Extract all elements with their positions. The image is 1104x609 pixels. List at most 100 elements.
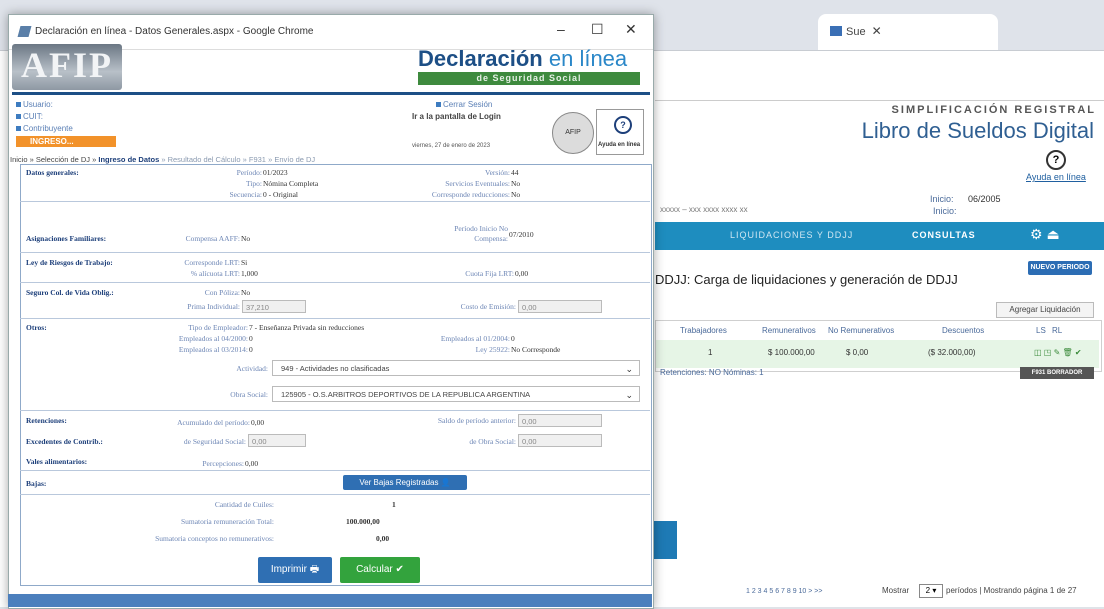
section-retenciones: Retenciones: xyxy=(26,416,67,425)
retenciones-line[interactable]: Retenciones: NO Nóminas: 1 xyxy=(660,368,764,377)
divider xyxy=(20,318,650,319)
row-actions-icon[interactable]: ◫ ◳ ✎ 🗑 ✔ xyxy=(1034,348,1082,357)
empleados-032014-label: Empleados al 03/2014: xyxy=(178,345,248,354)
nav-liquidaciones[interactable]: LIQUIDACIONES Y DDJJ xyxy=(730,230,853,240)
tab-close-icon[interactable]: ✕ xyxy=(872,24,882,38)
page-title: DDJJ: Carga de liquidaciones y generació… xyxy=(655,272,958,287)
con-poliza-value: No xyxy=(241,288,251,297)
ir-login-link[interactable]: Ir a la pantalla de Login xyxy=(412,112,501,121)
cuota-fija-label: Cuota Fija LRT: xyxy=(465,269,514,278)
ley-25922-value: No Corresponde xyxy=(511,345,561,354)
version-value: 44 xyxy=(511,168,519,177)
nav-settings-exit-icon[interactable]: ⚙ ⏏ xyxy=(1030,226,1060,243)
user-link-cuit[interactable]: CUIT: xyxy=(16,112,43,121)
brand-subtitle: de Seguridad Social xyxy=(418,72,640,85)
corresponde-reducciones-label: Corresponde reducciones: xyxy=(431,190,510,199)
imprimir-label: Imprimir xyxy=(270,564,307,575)
empleados-012004-value: 0 xyxy=(511,334,515,343)
bullet-icon xyxy=(16,102,21,107)
check-icon: ✔ xyxy=(395,564,404,575)
imprimir-button[interactable]: Imprimir 🖶 xyxy=(258,557,332,583)
breadcrumb[interactable]: Inicio » Selección de DJ » Ingreso de Da… xyxy=(10,155,650,164)
section-datos-generales: Datos generales: xyxy=(26,168,79,177)
printer-icon: 🖶 xyxy=(309,564,320,575)
side-tab[interactable] xyxy=(650,521,677,559)
con-poliza-label: Con Póliza: xyxy=(204,288,240,297)
popup-footer-bar xyxy=(8,594,652,607)
cantidad-cuiles-label: Cantidad de Cuiles: xyxy=(214,500,274,509)
section-excedentes: Excedentes de Contrib.: xyxy=(26,437,103,446)
alicuota-label: % alícuota LRT: xyxy=(190,269,240,278)
seguridad-social-input[interactable]: 0,00 xyxy=(248,434,306,447)
user-link-contribuyente[interactable]: Contribuyente xyxy=(16,124,73,133)
minimize-icon[interactable]: – xyxy=(557,21,565,37)
table-row[interactable] xyxy=(656,340,1099,368)
afip-logo: AFIP xyxy=(12,44,122,90)
empleados-012004-label: Empleados al 01/2004: xyxy=(440,334,510,343)
no-remunerativos-label: Sumatoria conceptos no remunerativos: xyxy=(155,534,274,543)
obra-social-select[interactable]: 125905 - O.S.ARBITROS DEPORTIVOS DE LA R… xyxy=(272,386,640,402)
maximize-icon[interactable]: ☐ xyxy=(591,21,604,38)
breadcrumb-prefix[interactable]: Inicio » Selección de DJ » xyxy=(10,155,98,164)
bullet-icon xyxy=(436,102,441,107)
tab-title: Sue xyxy=(846,26,866,38)
pagination[interactable]: 1 2 3 4 5 6 7 8 9 10 > >> xyxy=(746,588,822,595)
nav-consultas[interactable]: CONSULTAS xyxy=(912,230,976,240)
question-icon: ? xyxy=(614,116,632,134)
browser-tab[interactable]: Sue ✕ xyxy=(818,14,998,50)
table-header: No Remunerativos xyxy=(828,326,895,335)
table-cell: $ 0,00 xyxy=(846,348,869,357)
divider xyxy=(20,410,650,411)
saldo-anterior-input[interactable]: 0,00 xyxy=(518,414,602,427)
help-link[interactable]: Ayuda en línea xyxy=(1026,172,1086,182)
table-header: Remunerativos xyxy=(762,326,816,335)
obra-social-excedente-input[interactable]: 0,00 xyxy=(518,434,602,447)
table-header: Descuentos xyxy=(942,326,985,335)
obra-social-selected: 125905 - O.S.ARBITROS DEPORTIVOS DE LA R… xyxy=(281,390,531,399)
calcular-button[interactable]: Calcular ✔ xyxy=(340,557,420,583)
actividad-select[interactable]: 949 - Actividades no clasificadas ⌄ xyxy=(272,360,640,376)
tipo-value: Nómina Completa xyxy=(263,179,319,188)
divider xyxy=(20,494,650,495)
percepciones-value: 0,00 xyxy=(245,459,259,468)
ver-bajas-button[interactable]: Ver Bajas Registradas 👤 xyxy=(343,475,467,490)
prima-input[interactable]: 37,210 xyxy=(242,300,306,313)
costo-emision-input[interactable]: 0,00 xyxy=(518,300,602,313)
cerrar-sesion-label: Cerrar Sesión xyxy=(443,100,493,109)
prima-label: Prima Individual: xyxy=(187,302,240,311)
agregar-liquidacion-button[interactable]: Agregar Liquidación xyxy=(996,302,1094,318)
remuneracion-total-label: Sumatoria remuneración Total: xyxy=(180,517,274,526)
servicios-value: No xyxy=(511,179,521,188)
section-bajas: Bajas: xyxy=(26,479,47,488)
brand-title: Declaración en línea xyxy=(418,46,627,72)
table-cell: $ 100.000,00 xyxy=(768,348,815,357)
cerrar-sesion-link[interactable]: Cerrar Sesión xyxy=(436,100,492,109)
section-riesgos: Ley de Riesgos de Trabajo: xyxy=(26,258,113,267)
cuota-fija-value: 0,00 xyxy=(515,269,529,278)
tipo-empleador-label: Tipo de Empleador: xyxy=(188,323,248,332)
secuencia-value: 0 - Original xyxy=(263,190,298,199)
compensa-value: No xyxy=(241,234,251,243)
corresponde-reducciones-value: No xyxy=(511,190,521,199)
corresponde-lrt-value: Si xyxy=(241,258,248,267)
table-header: Trabajadores xyxy=(680,326,727,335)
help-icon[interactable]: ? xyxy=(1046,150,1066,170)
f931-borrador-button[interactable]: F931 BORRADOR xyxy=(1020,367,1094,379)
divider xyxy=(20,470,650,471)
user-link-usuario[interactable]: Usuario: xyxy=(16,100,53,109)
inicio-label-2: Inicio: xyxy=(933,206,957,216)
ver-bajas-label: Ver Bajas Registradas xyxy=(359,478,439,487)
servicios-label: Servicios Eventuales: xyxy=(445,179,510,188)
saldo-anterior-label: Saldo de período anterior: xyxy=(437,416,516,425)
corresponde-lrt-label: Corresponde LRT: xyxy=(184,258,240,267)
usuario-label: Usuario: xyxy=(23,100,53,109)
chevron-down-icon: ⌄ xyxy=(625,364,633,374)
section-vales: Vales alimentarios: xyxy=(26,457,88,466)
close-icon[interactable]: ✕ xyxy=(625,21,637,38)
inicio-value: 06/2005 xyxy=(968,194,1001,204)
nuevo-periodo-button[interactable]: NUEVO PERIODO xyxy=(1028,261,1092,275)
remuneracion-total-value: 100.000,00 xyxy=(346,517,380,526)
mostrar-select[interactable]: 2 ▾ xyxy=(919,584,943,598)
divider xyxy=(20,201,650,202)
compensa-label: Compensa AAFF: xyxy=(185,234,240,243)
